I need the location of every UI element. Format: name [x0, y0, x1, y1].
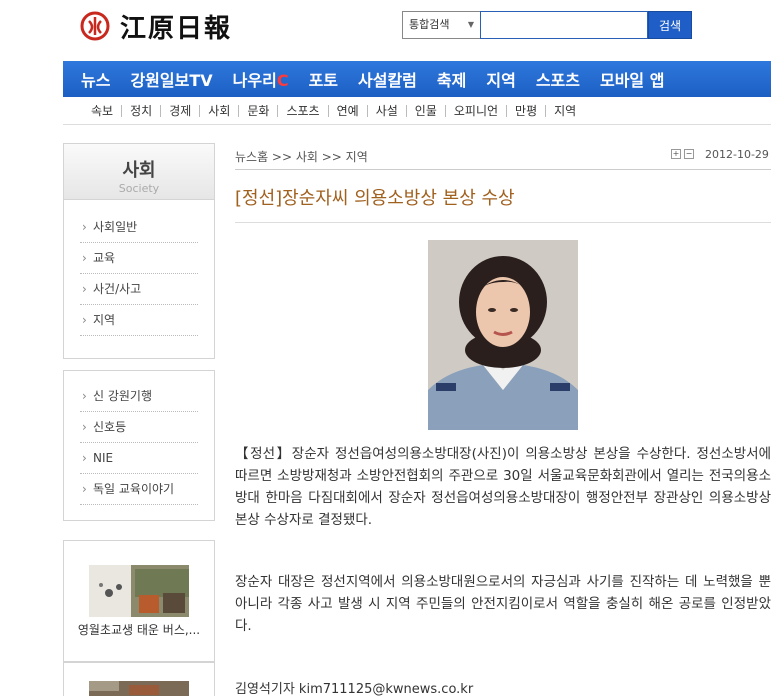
- nav-item-mobile-app[interactable]: 모바일 앱: [600, 67, 664, 91]
- sidebar-category-box: 사회 Society 사회일반 교육 사건/사고 지역: [63, 143, 215, 359]
- chevron-down-icon: ▼: [467, 20, 474, 29]
- sidebar-series-item[interactable]: NIE: [80, 443, 198, 474]
- sidebar-series-item[interactable]: 신 강원기행: [80, 381, 198, 412]
- article-headline: [정선]장순자씨 의용소방상 본상 수상: [235, 188, 515, 209]
- sidebar-item[interactable]: 지역: [80, 305, 198, 336]
- article-paragraph: 장순자 대장은 정선지역에서 의용소방대원으로서의 자긍심과 사기를 진작하는 …: [235, 574, 771, 634]
- sidebar-thumb-box-1[interactable]: 영월초교생 태운 버스,...: [63, 540, 215, 662]
- sidebar-item[interactable]: 교육: [80, 243, 198, 274]
- subnav-item[interactable]: 경제: [161, 104, 201, 117]
- sidebar-subtitle: Society: [118, 182, 160, 195]
- sidebar-title: 사회: [122, 160, 156, 181]
- logo-emblem-icon: [80, 11, 110, 41]
- sidebar-header: 사회 Society: [64, 144, 214, 200]
- search-scope-select[interactable]: 통합검색 ▼: [402, 11, 480, 39]
- subnav-item[interactable]: 사설: [368, 104, 407, 117]
- sidebar-series-box: 신 강원기행 신호등 NIE 독일 교육이야기: [63, 370, 215, 521]
- search-button[interactable]: 검색: [648, 11, 692, 39]
- site-logo[interactable]: 江原日報: [80, 10, 233, 44]
- article-date: 2012-10-29: [705, 148, 769, 161]
- sidebar-series-item[interactable]: 독일 교육이야기: [80, 474, 198, 505]
- sidebar-series-item[interactable]: 신호등: [80, 412, 198, 443]
- subnav-item[interactable]: 스포츠: [278, 104, 329, 117]
- subnav-item[interactable]: 인물: [407, 104, 446, 117]
- article-byline: 김영석기자 kim711125@kwnews.co.kr: [235, 682, 474, 696]
- article-paragraph: 【정선】장순자 정선읍여성의용소방대장(사진)이 의용소방상 본상을 수상한다.…: [235, 446, 771, 528]
- subnav-item[interactable]: 만평: [507, 104, 547, 117]
- article-photo: [428, 240, 578, 430]
- search-scope-label: 통합검색: [409, 18, 450, 31]
- subnav-item[interactable]: 지역: [546, 105, 584, 117]
- divider: [235, 222, 771, 223]
- sidebar-item[interactable]: 사건/사고: [80, 274, 198, 305]
- subnav-item[interactable]: 오피니언: [446, 104, 508, 117]
- font-decrease-icon[interactable]: −: [684, 149, 694, 159]
- sidebar-item[interactable]: 사회일반: [80, 212, 198, 243]
- sidebar-thumb-box-2[interactable]: [63, 662, 215, 696]
- nav-item-editorial[interactable]: 사설칼럼: [358, 67, 417, 91]
- subnav-item[interactable]: 문화: [239, 104, 279, 117]
- breadcrumb: 뉴스홈 >> 사회 >> 지역: [235, 150, 368, 164]
- nav-item-photo[interactable]: 포토: [309, 67, 338, 91]
- sidebar-series-list: 신 강원기행 신호등 NIE 독일 교육이야기: [64, 371, 214, 515]
- nav-item-news[interactable]: 뉴스: [81, 67, 110, 91]
- thumbnail-caption[interactable]: 영월초교생 태운 버스,...: [64, 621, 214, 638]
- font-increase-icon[interactable]: +: [671, 149, 681, 159]
- font-size-controls: + −: [671, 149, 697, 159]
- nav-item-region[interactable]: 지역: [486, 67, 515, 91]
- thumbnail-image[interactable]: [89, 681, 189, 696]
- nav-item-sports[interactable]: 스포츠: [536, 67, 580, 91]
- subnav-item[interactable]: 사회: [200, 104, 240, 117]
- search-input[interactable]: [480, 11, 648, 39]
- search-bar: 통합검색 ▼ 검색: [402, 11, 692, 39]
- main-nav: 뉴스 강원일보TV 나우리C 포토 사설칼럼 축제 지역 스포츠 모바일 앱: [63, 61, 771, 97]
- thumbnail-image[interactable]: [89, 565, 189, 617]
- nav-item-festival[interactable]: 축제: [437, 67, 466, 91]
- nav-item-nauri[interactable]: 나우리C: [233, 67, 289, 91]
- logo-text: 江原日報: [120, 13, 233, 44]
- nav-item-nauri-accent: C: [276, 71, 289, 90]
- nav-item-nauri-label: 나우리: [232, 71, 277, 90]
- subnav-item[interactable]: 정치: [122, 104, 162, 117]
- subnav-item[interactable]: 속보: [83, 104, 123, 117]
- subnav-item[interactable]: 연예: [329, 104, 368, 117]
- sub-nav: 속보 정치 경제 사회 문화 스포츠 연예 사설 인물 오피니언 만평 지역: [63, 97, 771, 125]
- nav-item-tv[interactable]: 강원일보TV: [130, 67, 212, 91]
- sidebar-list: 사회일반 교육 사건/사고 지역: [64, 206, 214, 346]
- divider: [235, 169, 771, 170]
